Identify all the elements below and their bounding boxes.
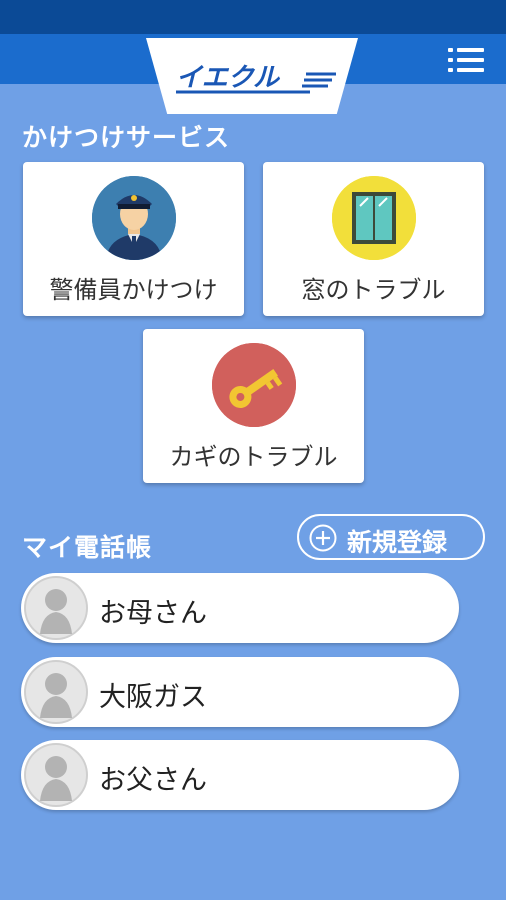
security-guard-icon bbox=[91, 176, 176, 260]
avatar-icon bbox=[24, 743, 88, 807]
contact-name: 大阪ガス bbox=[99, 682, 207, 713]
contact-item[interactable]: お父さん bbox=[21, 740, 459, 810]
service-label: 警備員かけつけ bbox=[49, 276, 218, 304]
window-icon bbox=[331, 176, 416, 260]
contact-name: お父さん bbox=[99, 765, 207, 796]
contact-item[interactable]: お母さん bbox=[21, 573, 459, 643]
service-label: 窓のトラブル bbox=[301, 276, 446, 304]
avatar-icon bbox=[24, 576, 88, 640]
avatar-icon bbox=[24, 660, 88, 724]
app-logo: イエクル bbox=[176, 63, 336, 94]
service-label: カギのトラブル bbox=[169, 443, 338, 471]
register-label: 新規登録 bbox=[347, 528, 448, 557]
plus-circle-icon bbox=[309, 524, 337, 552]
register-button[interactable]: 新規登録 bbox=[297, 514, 485, 560]
menu-icon[interactable] bbox=[444, 44, 488, 76]
contact-name: お母さん bbox=[99, 598, 207, 629]
service-card-key[interactable]: カギのトラブル bbox=[143, 329, 364, 483]
logo-text: イエクル bbox=[176, 63, 281, 93]
phonebook-title: マイ電話帳 bbox=[22, 533, 153, 562]
contact-item[interactable]: 大阪ガス bbox=[21, 657, 459, 727]
service-card-window[interactable]: 窓のトラブル bbox=[263, 162, 484, 316]
key-icon bbox=[211, 343, 296, 427]
services-title: かけつけサービス bbox=[22, 123, 231, 152]
service-card-security-guard[interactable]: 警備員かけつけ bbox=[23, 162, 244, 316]
status-bar bbox=[0, 0, 506, 34]
